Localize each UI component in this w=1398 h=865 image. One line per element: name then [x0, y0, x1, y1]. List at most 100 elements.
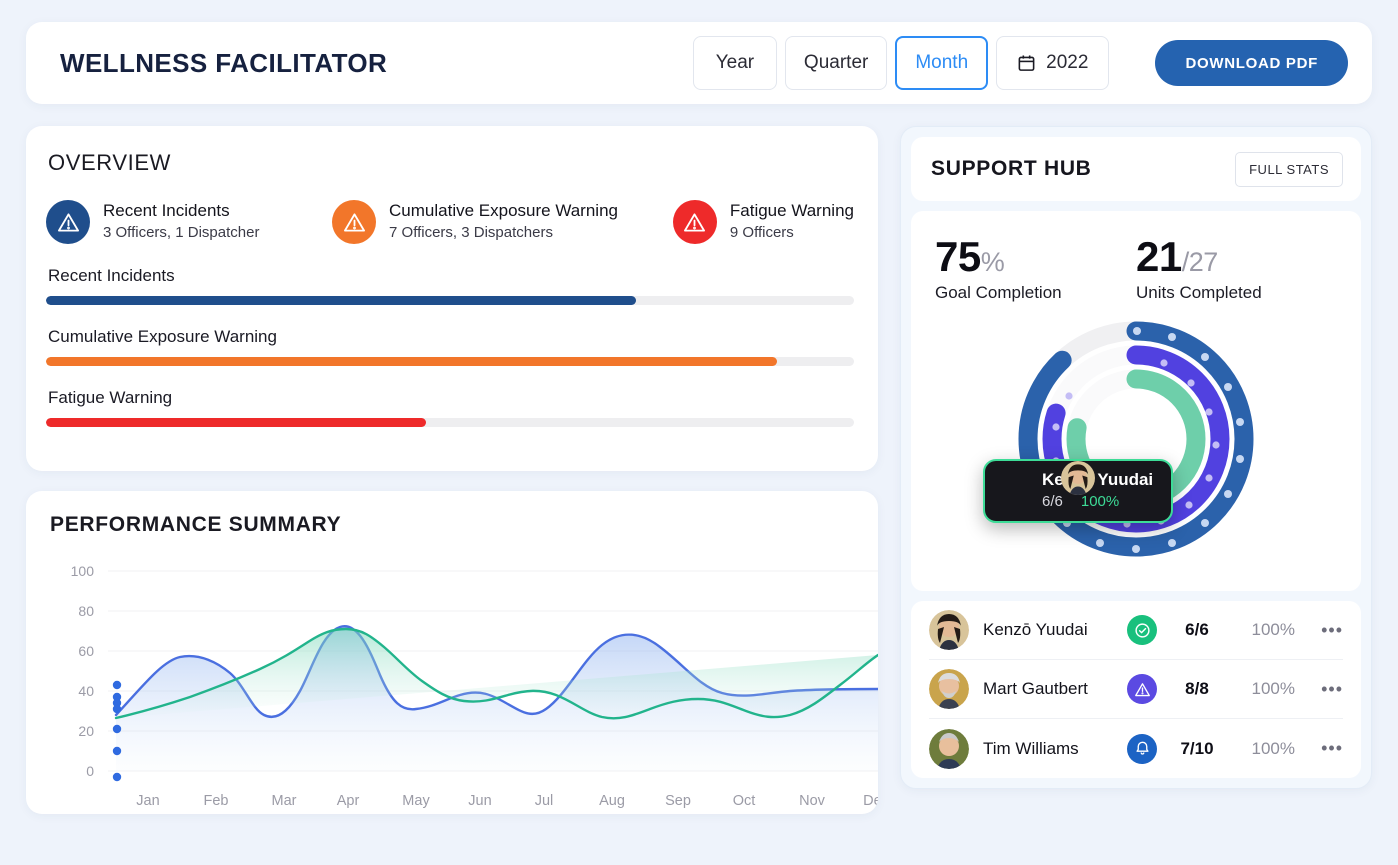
x-tick-oct: Oct [733, 793, 756, 809]
support-hub-main: 75% Goal Completion 21/27 Units Complete… [911, 211, 1361, 591]
list-item[interactable]: Mart Gautbert 8/8 100% ••• [929, 660, 1343, 719]
avatar-kenzo-icon [929, 610, 969, 650]
progress-label-cumulative-exposure: Cumulative Exposure Warning [48, 327, 277, 346]
ring-tooltip: Kenzō Yuudai 6/6 100% [983, 459, 1174, 523]
member-fraction: 6/6 [1185, 620, 1209, 639]
kpi-value-goal: 75% [935, 233, 1136, 281]
progress-rings-svg [1018, 321, 1254, 557]
kpi-suffix: % [980, 247, 1005, 277]
x-tick-may: May [402, 793, 430, 809]
y-tick-60: 60 [78, 643, 94, 659]
kpi-suffix: /27 [1181, 247, 1219, 277]
right-column: SUPPORT HUB FULL STATS 75% Goal Completi… [900, 126, 1372, 789]
warning-triangle-icon [57, 212, 79, 232]
stat-badge-cumulative-exposure [332, 200, 377, 244]
member-percent: 100% [1251, 738, 1295, 758]
tooltip-stats: 6/6 100% [1042, 493, 1153, 510]
progress-label-recent-incidents: Recent Incidents [48, 266, 175, 285]
performance-chart-svg: 100 80 60 40 20 0 Jan Feb Mar Apr May Ju… [71, 563, 878, 809]
progress-fill-fatigue [46, 418, 426, 427]
x-tick-mar: Mar [272, 793, 297, 809]
overview-card: OVERVIEW Recent Incidents 3 Officers, 1 … [26, 126, 878, 471]
full-stats-button[interactable]: FULL STATS [1235, 151, 1343, 187]
member-name: Mart Gautbert [983, 679, 1088, 698]
check-circle-icon [1134, 622, 1150, 638]
member-percent: 100% [1251, 679, 1295, 698]
list-item[interactable]: Kenzō Yuudai 6/6 100% ••• [929, 601, 1343, 660]
x-tick-nov: Nov [799, 793, 826, 809]
avatar [929, 728, 969, 769]
y-tick-20: 20 [78, 723, 94, 739]
kpi-goal-completion: 75% Goal Completion [935, 233, 1136, 303]
year-picker[interactable]: 2022 [996, 36, 1110, 90]
y-tick-0: 0 [86, 763, 94, 779]
warning-triangle-icon [343, 212, 365, 232]
x-tick-jul: Jul [535, 793, 554, 809]
member-name: Kenzō Yuudai [983, 620, 1088, 639]
kpi-row: 75% Goal Completion 21/27 Units Complete… [935, 233, 1337, 303]
support-hub-title: SUPPORT HUB [931, 157, 1092, 180]
x-tick-sep: Sep [665, 793, 691, 809]
progress-fill-recent-incidents [46, 296, 636, 305]
period-button-year[interactable]: Year [692, 36, 777, 90]
bell-icon [1135, 741, 1149, 755]
progress-track-recent-incidents [46, 296, 854, 305]
member-name: Tim Williams [983, 738, 1079, 758]
left-column: OVERVIEW Recent Incidents 3 Officers, 1 … [26, 126, 878, 814]
status-badge [1127, 733, 1157, 764]
performance-summary-card: PERFORMANCE SUMMARY 100 80 60 40 20 0 Ja… [26, 491, 878, 814]
support-hub-header: SUPPORT HUB FULL STATS [911, 137, 1361, 201]
stat-fatigue-warning: Fatigue Warning 9 Officers [672, 200, 854, 244]
y-tick-100: 100 [71, 563, 95, 579]
kpi-units-completed: 21/27 Units Completed [1136, 233, 1337, 303]
x-tick-dec: Dec [863, 793, 878, 809]
kpi-number: 75 [935, 233, 981, 280]
member-fraction: 7/10 [1180, 738, 1214, 758]
support-hub-panel: SUPPORT HUB FULL STATS 75% Goal Completi… [900, 126, 1372, 789]
performance-title: PERFORMANCE SUMMARY [50, 513, 342, 536]
row-menu-button[interactable]: ••• [1309, 679, 1343, 700]
progress-track-fatigue [46, 418, 854, 427]
period-button-month[interactable]: Month [895, 36, 989, 90]
period-selector: Year Quarter Month 2022 [692, 36, 1110, 90]
y-tick-40: 40 [78, 683, 94, 699]
tooltip-fraction: 6/6 [1042, 493, 1063, 510]
period-button-quarter[interactable]: Quarter [784, 36, 888, 90]
download-pdf-button[interactable]: DOWNLOAD PDF [1155, 40, 1348, 86]
page-title: WELLNESS FACILITATOR [60, 47, 388, 78]
row-menu-button[interactable]: ••• [1309, 620, 1343, 641]
x-tick-aug: Aug [599, 793, 625, 809]
list-item[interactable]: Tim Williams 7/10 100% ••• [929, 719, 1343, 778]
member-list: Kenzō Yuudai 6/6 100% ••• Mart Gautbert … [911, 601, 1361, 778]
progress-track-cumulative-exposure [46, 357, 854, 366]
overview-progress-bars: Recent Incidents Cumulative Exposure War… [46, 266, 854, 427]
tooltip-percent: 100% [1080, 493, 1120, 510]
progress-rings-chart: Kenzō Yuudai 6/6 100% [935, 309, 1337, 574]
progress-fill-cumulative-exposure [46, 357, 778, 366]
row-menu-button[interactable]: ••• [1309, 738, 1343, 759]
stat-name: Fatigue Warning [729, 201, 854, 221]
avatar [929, 610, 969, 650]
status-badge [1127, 674, 1157, 704]
kpi-value-units: 21/27 [1136, 233, 1337, 281]
member-fraction: 8/8 [1185, 679, 1209, 698]
dashboard-page: WELLNESS FACILITATOR Year Quarter Month … [0, 0, 1398, 865]
kpi-label-units: Units Completed [1136, 283, 1262, 302]
chart-x-axis: Jan Feb Mar Apr May Jun Jul Aug Sep Oct … [136, 793, 878, 809]
stat-cumulative-exposure-warning: Cumulative Exposure Warning 7 Officers, … [332, 200, 673, 244]
warning-triangle-icon [684, 212, 706, 232]
avatar [997, 461, 1096, 507]
stat-recent-incidents: Recent Incidents 3 Officers, 1 Dispatche… [46, 200, 332, 244]
stat-name: Recent Incidents [103, 201, 230, 221]
avatar-mart-icon [929, 669, 969, 709]
kpi-label-goal: Goal Completion [935, 283, 1062, 302]
stat-badge-recent-incidents [46, 200, 90, 244]
avatar [929, 669, 969, 709]
stat-badge-fatigue [672, 200, 717, 244]
overview-stats: Recent Incidents 3 Officers, 1 Dispatche… [46, 200, 854, 244]
stat-detail: 7 Officers, 3 Dispatchers [389, 224, 553, 242]
app-header: WELLNESS FACILITATOR Year Quarter Month … [26, 22, 1372, 104]
chart-y-axis: 100 80 60 40 20 0 [71, 563, 95, 779]
avatar-tim-icon [929, 728, 969, 769]
overview-title: OVERVIEW [48, 150, 171, 175]
